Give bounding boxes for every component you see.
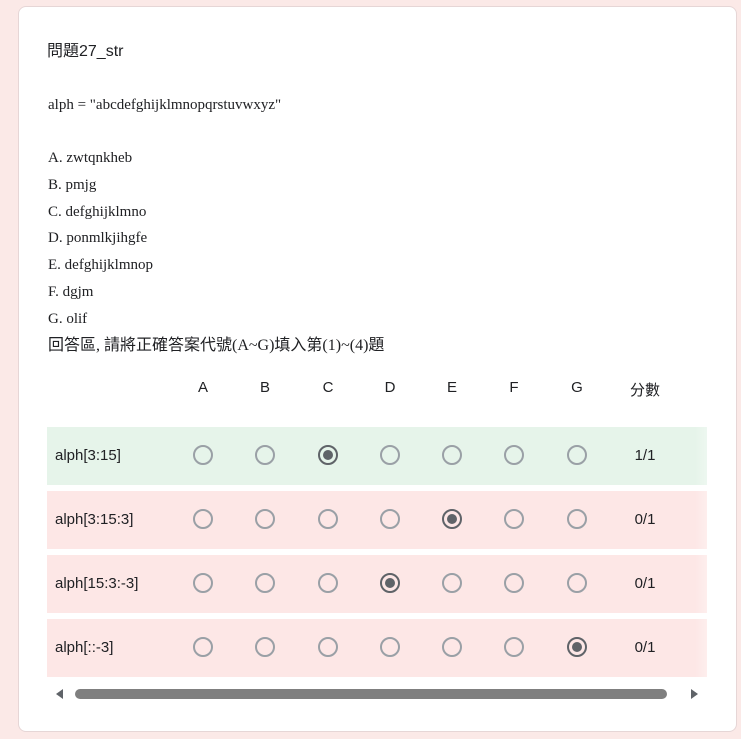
- radio-a[interactable]: [193, 509, 213, 529]
- radio-a[interactable]: [193, 445, 213, 465]
- radio-d[interactable]: [380, 445, 400, 465]
- radio-d[interactable]: [380, 637, 400, 657]
- row-score: 0/1: [634, 575, 656, 592]
- column-header-c: C: [322, 379, 334, 396]
- grid-row: alph[::-3]0/1✕: [47, 619, 707, 677]
- assignment-text: alph = "abcdefghijklmnopqrstuvwxyz": [48, 97, 282, 113]
- radio-c[interactable]: [318, 509, 338, 529]
- radio-f[interactable]: [504, 509, 524, 529]
- radio-a[interactable]: [193, 573, 213, 593]
- radio-f[interactable]: [504, 637, 524, 657]
- scrollbar-thumb[interactable]: [75, 689, 667, 699]
- column-header-d: D: [384, 379, 396, 396]
- radio-g[interactable]: [567, 637, 587, 657]
- row-score: 0/1: [634, 639, 656, 656]
- radio-e[interactable]: [442, 445, 462, 465]
- option-d: D. ponmlkjihgfe: [48, 230, 148, 247]
- radio-c[interactable]: [318, 573, 338, 593]
- column-header-g: G: [571, 379, 583, 396]
- radio-b[interactable]: [255, 445, 275, 465]
- column-header-f: F: [509, 379, 519, 396]
- arrow-right-icon[interactable]: [691, 689, 698, 699]
- column-header-a: A: [197, 379, 208, 396]
- row-score: 0/1: [634, 511, 656, 528]
- row-label: alph[15:3:-3]: [55, 575, 139, 592]
- radio-d[interactable]: [380, 573, 400, 593]
- option-e: E. defghijklmnop: [48, 257, 153, 274]
- column-header-e: E: [446, 379, 457, 396]
- row-label: alph[3:15:3]: [55, 511, 134, 528]
- radio-e[interactable]: [442, 637, 462, 657]
- grid-row: alph[3:15]1/1✓: [47, 427, 707, 485]
- radio-g[interactable]: [567, 445, 587, 465]
- question-body: alph = "abcdefghijklmnopqrstuvwxyz" A. z…: [48, 91, 384, 358]
- radio-d[interactable]: [380, 509, 400, 529]
- answer-instruction: 回答區, 請將正確答案代號(A~G)填入第(1)~(4)題: [48, 336, 385, 354]
- radio-e[interactable]: [442, 573, 462, 593]
- row-label: alph[::-3]: [55, 639, 114, 656]
- option-b: B. pmjg: [48, 176, 97, 193]
- option-a: A. zwtqnkheb: [48, 150, 133, 166]
- radio-f[interactable]: [504, 445, 524, 465]
- score-column-header: 分數: [629, 382, 660, 399]
- grid-row: alph[3:15:3]0/1✕: [47, 491, 707, 549]
- grid-overflow-fade: [695, 367, 735, 679]
- radio-c[interactable]: [318, 445, 338, 465]
- option-c: C. defghijklmno: [48, 203, 147, 220]
- radio-g[interactable]: [567, 573, 587, 593]
- radio-b[interactable]: [255, 509, 275, 529]
- row-score: 1/1: [634, 447, 656, 464]
- horizontal-scrollbar[interactable]: [46, 686, 706, 702]
- option-f: F. dgjm: [48, 283, 94, 300]
- arrow-left-icon[interactable]: [56, 689, 63, 699]
- option-g: G. olif: [48, 310, 88, 327]
- radio-g[interactable]: [567, 509, 587, 529]
- radio-f[interactable]: [504, 573, 524, 593]
- grid-row: alph[15:3:-3]0/1✕: [47, 555, 707, 613]
- column-header-b: B: [259, 379, 270, 396]
- question-title: 問題27_str: [47, 43, 124, 60]
- question-card: 問題27_str alph = "abcdefghijklmnopqrstuvw…: [18, 6, 737, 732]
- radio-b[interactable]: [255, 573, 275, 593]
- row-label: alph[3:15]: [55, 447, 121, 464]
- answer-grid: ABCDEFG分數alph[3:15]1/1✓alph[3:15:3]0/1✕a…: [47, 367, 707, 679]
- radio-e[interactable]: [442, 509, 462, 529]
- radio-b[interactable]: [255, 637, 275, 657]
- radio-a[interactable]: [193, 637, 213, 657]
- radio-c[interactable]: [318, 637, 338, 657]
